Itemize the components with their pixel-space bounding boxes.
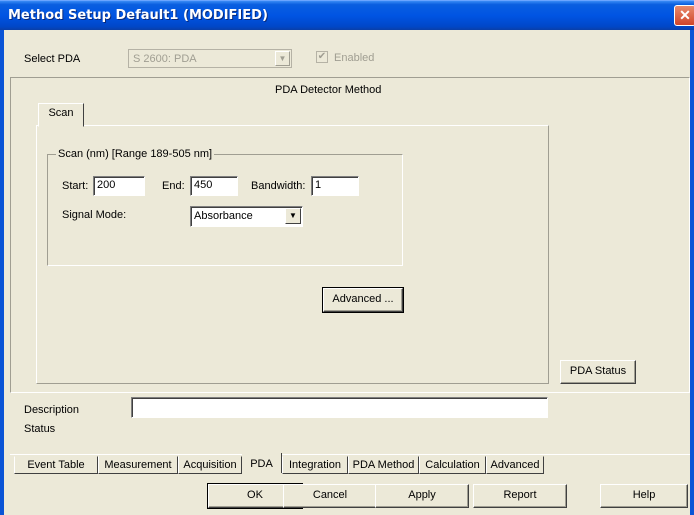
chevron-down-icon: ▼: [285, 208, 301, 224]
signal-mode-value: Absorbance: [194, 210, 253, 222]
tab-acquisition[interactable]: Acquisition: [178, 456, 242, 474]
tab-integration[interactable]: Integration: [282, 456, 348, 474]
window-title: Method Setup Default1 (MODIFIED): [8, 8, 268, 23]
tab-scan-label: Scan: [48, 107, 74, 119]
tab-pda[interactable]: PDA: [242, 453, 282, 473]
select-pda-label: Select PDA: [24, 53, 81, 65]
description-input[interactable]: [131, 397, 548, 418]
pda-method-heading: PDA Detector Method: [275, 84, 382, 96]
advanced-button[interactable]: Advanced ...: [322, 287, 404, 313]
bandwidth-input[interactable]: 1: [311, 176, 359, 196]
end-label: End:: [162, 180, 185, 192]
enabled-label: Enabled: [334, 52, 375, 64]
report-button[interactable]: Report: [473, 484, 567, 508]
end-input[interactable]: 450: [190, 176, 238, 196]
pda-status-button[interactable]: PDA Status: [560, 360, 636, 384]
select-pda-value: S 2600: PDA: [133, 53, 197, 65]
scan-group-title: Scan (nm) [Range 189-505 nm]: [56, 148, 215, 160]
title-bar[interactable]: Method Setup Default1 (MODIFIED): [0, 0, 694, 30]
start-label: Start:: [62, 180, 89, 192]
tab-calculation[interactable]: Calculation: [419, 456, 486, 474]
tab-pda-method[interactable]: PDA Method: [348, 456, 419, 474]
signal-mode-label: Signal Mode:: [62, 209, 127, 221]
tab-advanced[interactable]: Advanced: [486, 456, 544, 474]
tab-event-table[interactable]: Event Table: [14, 456, 98, 474]
cancel-button[interactable]: Cancel: [283, 484, 377, 508]
tab-scan[interactable]: Scan: [38, 103, 84, 127]
close-icon[interactable]: ✕: [674, 5, 694, 26]
select-pda-combo[interactable]: S 2600: PDA ▼: [128, 49, 292, 68]
status-label: Status: [24, 423, 56, 435]
tab-strip-line: [10, 454, 690, 455]
bandwidth-label: Bandwidth:: [251, 180, 306, 192]
signal-mode-select[interactable]: Absorbance ▼: [190, 206, 303, 227]
description-label: Description: [24, 404, 80, 416]
window-frame-right: [690, 30, 694, 515]
help-button[interactable]: Help: [600, 484, 688, 508]
apply-button[interactable]: Apply: [375, 484, 469, 508]
window-frame-left: [0, 30, 4, 515]
enabled-checkbox[interactable]: ✔: [316, 51, 328, 63]
start-input[interactable]: 200: [93, 176, 145, 196]
chevron-down-icon: ▼: [275, 51, 290, 66]
tab-measurement[interactable]: Measurement: [98, 456, 178, 474]
